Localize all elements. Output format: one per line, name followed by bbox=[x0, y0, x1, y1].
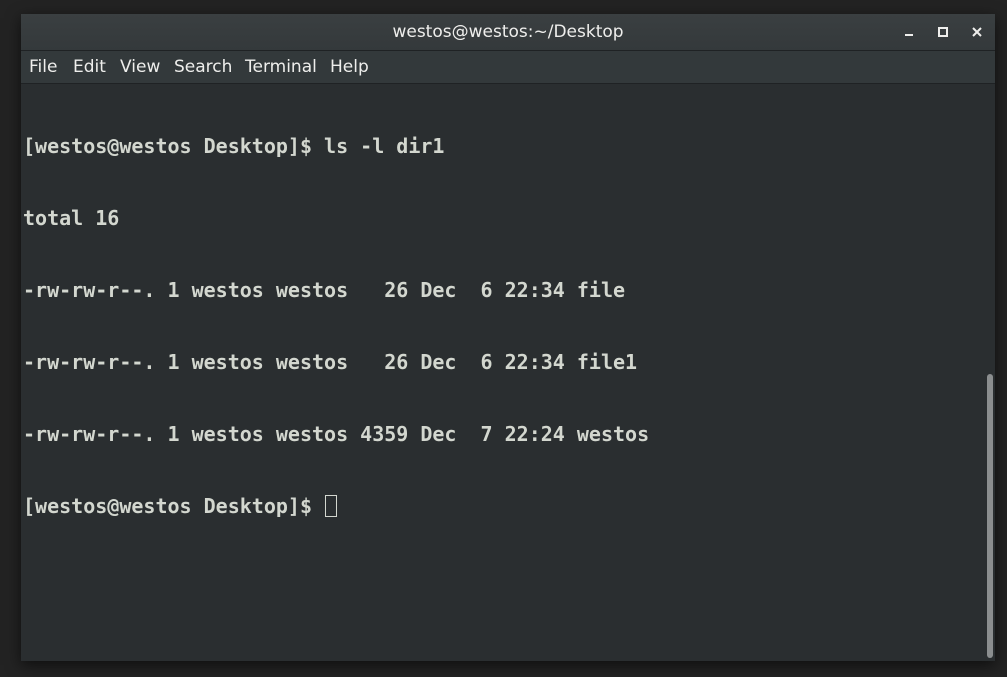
terminal-window: westos@westos:~/Desktop File Edit View S… bbox=[21, 14, 995, 661]
maximize-icon bbox=[938, 27, 948, 37]
menu-file[interactable]: File bbox=[29, 51, 57, 83]
terminal-output[interactable]: [westos@westos Desktop]$ ls -l dir1 tota… bbox=[21, 84, 985, 661]
close-button[interactable] bbox=[965, 20, 989, 44]
window-title: westos@westos:~/Desktop bbox=[392, 22, 624, 42]
terminal-line: total 16 bbox=[23, 206, 120, 230]
menu-search[interactable]: Search bbox=[174, 51, 232, 83]
scrollbar-thumb[interactable] bbox=[987, 374, 993, 658]
title-bar[interactable]: westos@westos:~/Desktop bbox=[21, 14, 995, 51]
maximize-button[interactable] bbox=[931, 20, 955, 44]
menu-view[interactable]: View bbox=[120, 51, 160, 83]
minimize-button[interactable] bbox=[897, 20, 921, 44]
menu-edit[interactable]: Edit bbox=[73, 51, 106, 83]
menu-bar: File Edit View Search Terminal Help bbox=[21, 51, 995, 84]
menu-terminal[interactable]: Terminal bbox=[245, 51, 317, 83]
terminal-line: [westos@westos Desktop]$ ls -l dir1 bbox=[23, 134, 445, 158]
vertical-scrollbar[interactable] bbox=[985, 84, 995, 661]
terminal-line: -rw-rw-r--. 1 westos westos 26 Dec 6 22:… bbox=[23, 350, 638, 374]
shell-prompt: [westos@westos Desktop]$ bbox=[23, 494, 325, 518]
prompt-line: [westos@westos Desktop]$ bbox=[23, 494, 649, 518]
terminal-line: -rw-rw-r--. 1 westos westos 26 Dec 6 22:… bbox=[23, 278, 626, 302]
terminal-text: [westos@westos Desktop]$ ls -l dir1 tota… bbox=[23, 86, 649, 566]
close-icon bbox=[972, 27, 982, 37]
terminal-line: -rw-rw-r--. 1 westos westos 4359 Dec 7 2… bbox=[23, 422, 650, 446]
text-cursor bbox=[325, 495, 338, 517]
minimize-icon bbox=[905, 34, 913, 36]
menu-help[interactable]: Help bbox=[330, 51, 369, 83]
